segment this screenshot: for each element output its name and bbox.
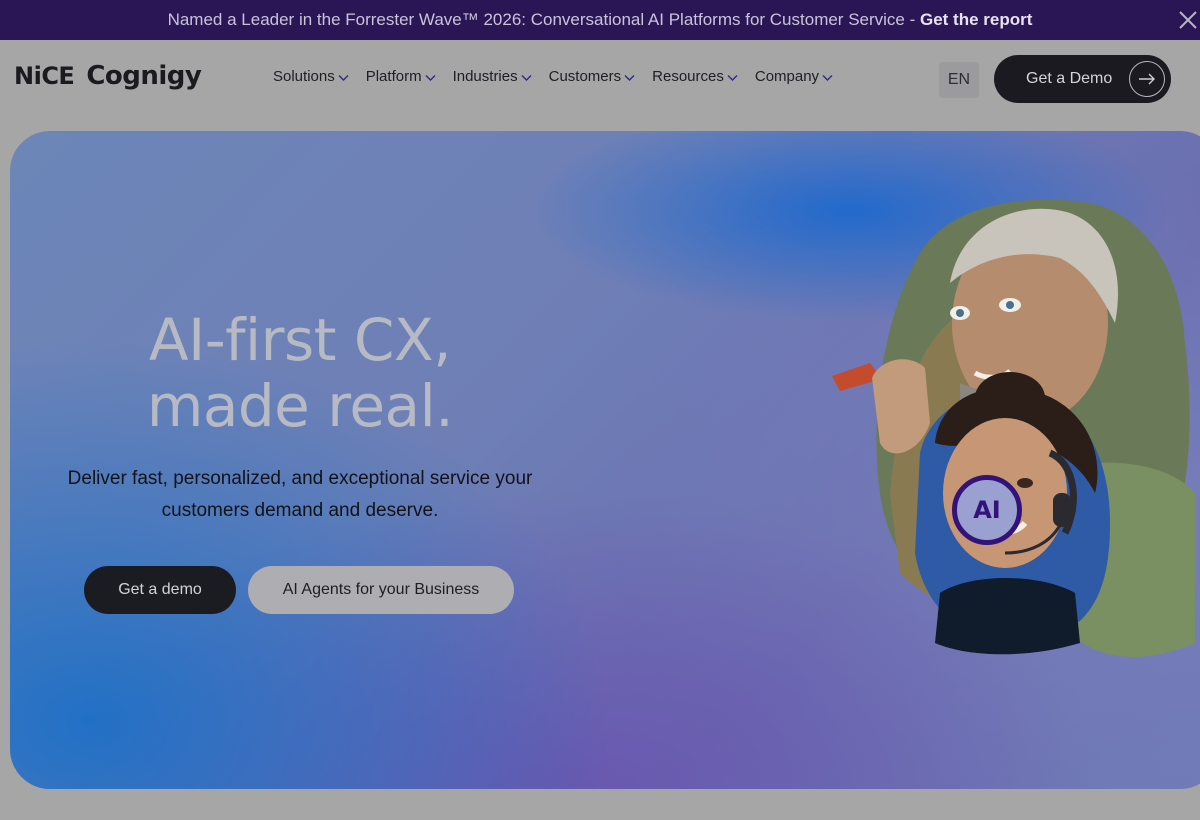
main-nav: Solutions Platform Industries Customers … xyxy=(273,68,833,85)
nav-customers[interactable]: Customers xyxy=(549,68,636,85)
chevron-down-icon xyxy=(521,75,532,81)
close-icon[interactable] xyxy=(1174,6,1200,34)
nav-company[interactable]: Company xyxy=(755,68,833,85)
logo-nice: NiCE xyxy=(14,62,75,90)
banner-text: Named a Leader in the Forrester Wave™ 20… xyxy=(167,10,1033,29)
nav-label: Solutions xyxy=(273,68,335,85)
header-demo-label: Get a Demo xyxy=(1026,70,1113,87)
get-demo-button[interactable]: Get a demo xyxy=(84,566,236,614)
chevron-down-icon xyxy=(624,75,635,81)
hero-subtitle: Deliver fast, personalized, and exceptio… xyxy=(67,468,533,521)
nav-industries[interactable]: Industries xyxy=(453,68,532,85)
logo[interactable]: NiCE Cognigy xyxy=(14,61,202,97)
chevron-down-icon xyxy=(822,75,833,81)
nav-platform[interactable]: Platform xyxy=(366,68,436,85)
ai-agents-button[interactable]: AI Agents for your Business xyxy=(248,566,514,614)
banner-report-link[interactable]: Get the report xyxy=(920,10,1032,29)
nav-label: Industries xyxy=(452,68,518,85)
ai-badge-icon: AI xyxy=(952,475,1022,545)
hero-title-line-2: made real. xyxy=(146,372,454,440)
hero-title-line-1: AI-first CX, xyxy=(148,306,452,374)
nav-resources[interactable]: Resources xyxy=(652,68,738,85)
nav-label: Resources xyxy=(652,68,724,85)
hero-people-image xyxy=(832,199,1195,657)
nav-solutions[interactable]: Solutions xyxy=(273,68,349,85)
chevron-down-icon xyxy=(727,75,738,81)
site-header: NiCE Cognigy Solutions Platform Industri… xyxy=(0,40,1200,118)
arrow-right-icon xyxy=(1129,61,1165,97)
announcement-banner: Named a Leader in the Forrester Wave™ 20… xyxy=(0,0,1200,40)
chevron-down-icon xyxy=(338,75,349,81)
header-demo-button[interactable]: Get a Demo xyxy=(994,55,1171,103)
hero-section: AI-first CX, made real. Deliver fast, pe… xyxy=(10,131,1200,789)
language-selector[interactable]: EN xyxy=(939,62,979,98)
nav-label: Platform xyxy=(365,68,422,85)
hero-title: AI-first CX, made real. xyxy=(10,307,590,439)
nav-label: Customers xyxy=(548,68,622,85)
nav-label: Company xyxy=(754,68,820,85)
chevron-down-icon xyxy=(425,75,436,81)
logo-cognigy: Cognigy xyxy=(86,61,202,91)
